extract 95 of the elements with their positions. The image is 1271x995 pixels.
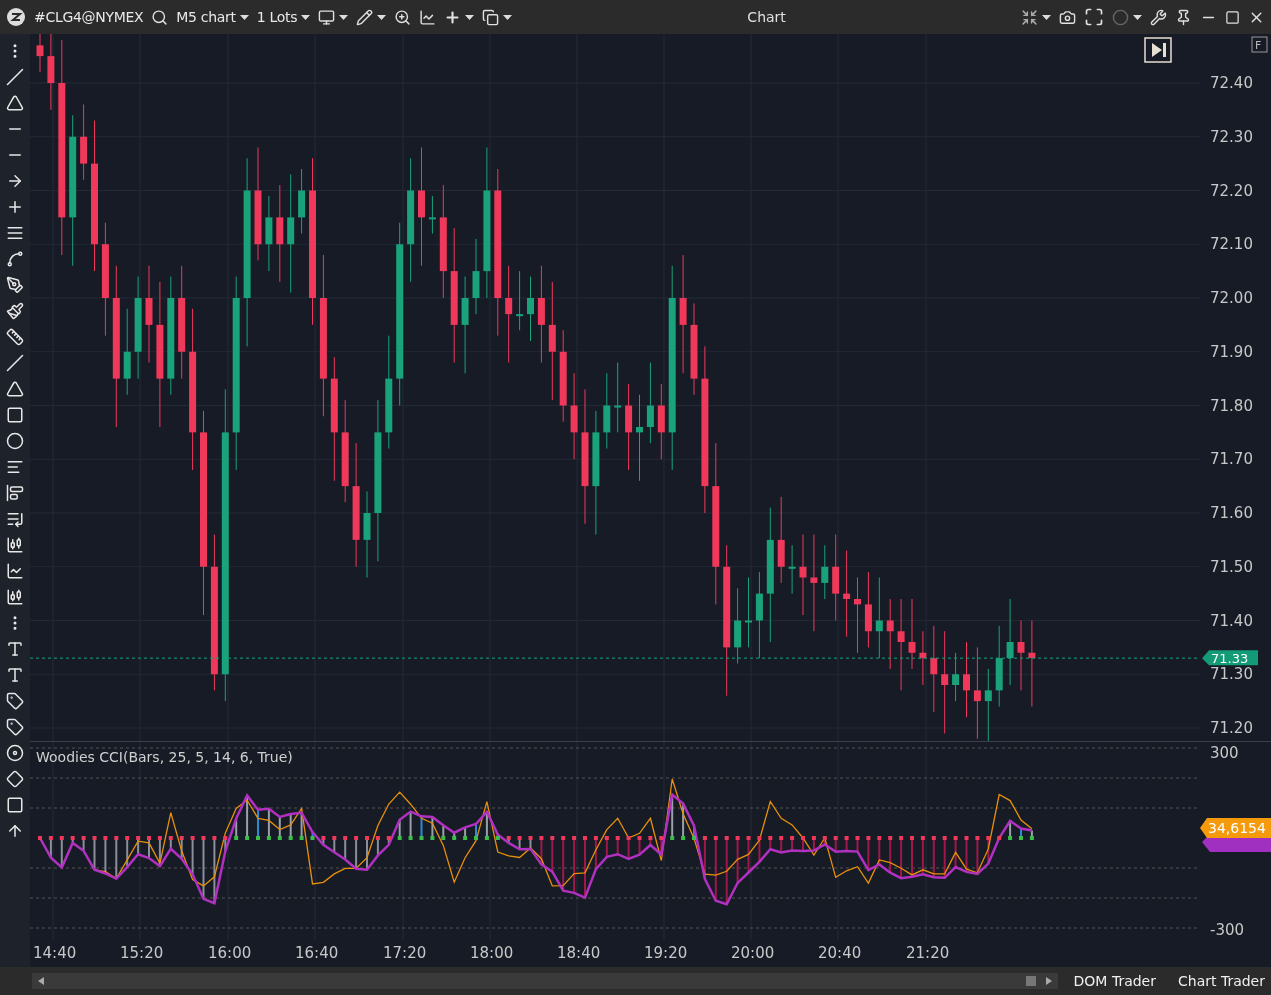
- bottom-tab[interactable]: DOM Trader: [1067, 973, 1162, 989]
- horizontal-scrollbar[interactable]: [32, 973, 1058, 989]
- candlestick: [614, 362, 622, 433]
- axis-label: 300: [1210, 744, 1239, 763]
- price-label: 71.90: [1210, 342, 1253, 361]
- turbo-value-badge: 34,6154: [1200, 818, 1271, 839]
- ruler-icon[interactable]: [6, 328, 24, 346]
- caret-icon[interactable]: [1133, 14, 1142, 20]
- time-label: 21:20: [906, 944, 950, 962]
- candlestick: [516, 270, 524, 331]
- monitor-icon[interactable]: [318, 8, 336, 26]
- candlestick: [298, 168, 306, 234]
- time-label: 16:40: [295, 944, 339, 962]
- candlestick: [821, 544, 829, 600]
- price-label: 71.30: [1210, 665, 1253, 684]
- time-label: 18:00: [470, 944, 514, 962]
- label-icon[interactable]: [6, 718, 24, 736]
- time-label: 18:40: [557, 944, 601, 962]
- caret-icon[interactable]: [377, 14, 387, 20]
- crosshair-icon[interactable]: [6, 198, 24, 216]
- candlestick: [36, 34, 44, 73]
- pin-icon[interactable]: [1175, 8, 1192, 26]
- line-icon[interactable]: [6, 68, 24, 86]
- time-label: 20:00: [731, 944, 775, 962]
- price-label: 71.20: [1210, 719, 1253, 737]
- price-label: 72.30: [1210, 127, 1253, 146]
- camera-icon[interactable]: [1059, 8, 1076, 26]
- bottom-tab[interactable]: Chart Trader: [1172, 973, 1271, 989]
- levels-icon[interactable]: [6, 484, 24, 502]
- maximize-icon[interactable]: [1225, 9, 1240, 25]
- candlestick: [908, 598, 916, 670]
- skip-end-icon[interactable]: [1152, 43, 1166, 57]
- current-price-badge: 71.33: [1202, 650, 1258, 667]
- corner-badge-frame: [1251, 36, 1268, 53]
- logo-icon: [6, 7, 26, 27]
- scroll-right-icon[interactable]: [1025, 976, 1052, 986]
- scroll-left-icon[interactable]: [38, 977, 44, 985]
- diamond-icon[interactable]: [6, 770, 24, 788]
- price-label: 72.10: [1210, 235, 1253, 254]
- axis-label: -300: [1210, 921, 1245, 940]
- text-tool-icon[interactable]: [6, 640, 24, 658]
- price-label: 72.40: [1210, 74, 1253, 92]
- indicator-title: Woodies CCI(Bars, 25, 5, 14, 6, True): [36, 749, 293, 766]
- windows-icon[interactable]: [482, 8, 500, 26]
- symbol-label[interactable]: #CLG4@NYMEX: [34, 9, 144, 25]
- plus-icon[interactable]: [444, 8, 462, 26]
- pencil-icon[interactable]: [356, 8, 374, 26]
- window-title: Chart: [746, 9, 787, 25]
- time-label: 19:20: [644, 944, 688, 962]
- zoom-icon[interactable]: [394, 8, 412, 26]
- pen-icon[interactable]: [6, 276, 24, 294]
- candlestick: [527, 276, 534, 342]
- price-label: 71.80: [1210, 396, 1253, 415]
- chart-line-icon[interactable]: [419, 8, 437, 26]
- candlestick: [886, 598, 894, 670]
- price-label: 71.50: [1210, 557, 1253, 576]
- price-label: 72.20: [1210, 181, 1253, 200]
- caret-icon[interactable]: [239, 14, 249, 20]
- corner-badge[interactable]: F: [1255, 39, 1262, 52]
- time-label: 15:20: [120, 944, 164, 962]
- arrow-icon[interactable]: [6, 172, 24, 190]
- candlestick: [745, 577, 752, 648]
- text-icon[interactable]: [6, 666, 24, 684]
- search-icon[interactable]: [151, 8, 169, 26]
- curve-icon[interactable]: [6, 250, 24, 268]
- square-icon[interactable]: [6, 796, 24, 814]
- price-label: 71.60: [1210, 504, 1253, 522]
- expand-icon[interactable]: [1084, 7, 1104, 27]
- candlestick: [428, 195, 436, 234]
- candlestick: [919, 630, 927, 686]
- wrench-icon[interactable]: [1150, 8, 1167, 26]
- chart-type-dropdown[interactable]: M5 chart: [176, 9, 236, 25]
- candlestick: [952, 652, 960, 702]
- time-label: 16:00: [208, 944, 252, 962]
- price-label: 72.00: [1210, 289, 1253, 307]
- caret-icon[interactable]: [339, 14, 349, 20]
- caret-icon[interactable]: [301, 14, 311, 20]
- caret-icon[interactable]: [465, 14, 475, 20]
- lines-icon[interactable]: [6, 224, 24, 242]
- candlestick: [788, 544, 796, 595]
- price-label: 71.40: [1210, 611, 1253, 630]
- time-label: 17:20: [383, 944, 427, 962]
- candlestick: [1017, 620, 1025, 691]
- rectangle-icon[interactable]: [6, 406, 24, 424]
- shrink-icon[interactable]: [1021, 8, 1038, 26]
- price-label: 71.70: [1210, 450, 1253, 469]
- lots-dropdown[interactable]: 1 Lots: [256, 9, 298, 25]
- tag-icon[interactable]: [6, 692, 24, 710]
- caret-icon[interactable]: [1042, 14, 1051, 20]
- time-label: 20:40: [818, 944, 862, 962]
- triangle-icon[interactable]: [6, 380, 24, 398]
- dot-icon[interactable]: [6, 744, 24, 762]
- brush-icon[interactable]: [6, 302, 24, 320]
- caret-icon[interactable]: [503, 14, 513, 20]
- time-label: 14:40: [33, 944, 77, 962]
